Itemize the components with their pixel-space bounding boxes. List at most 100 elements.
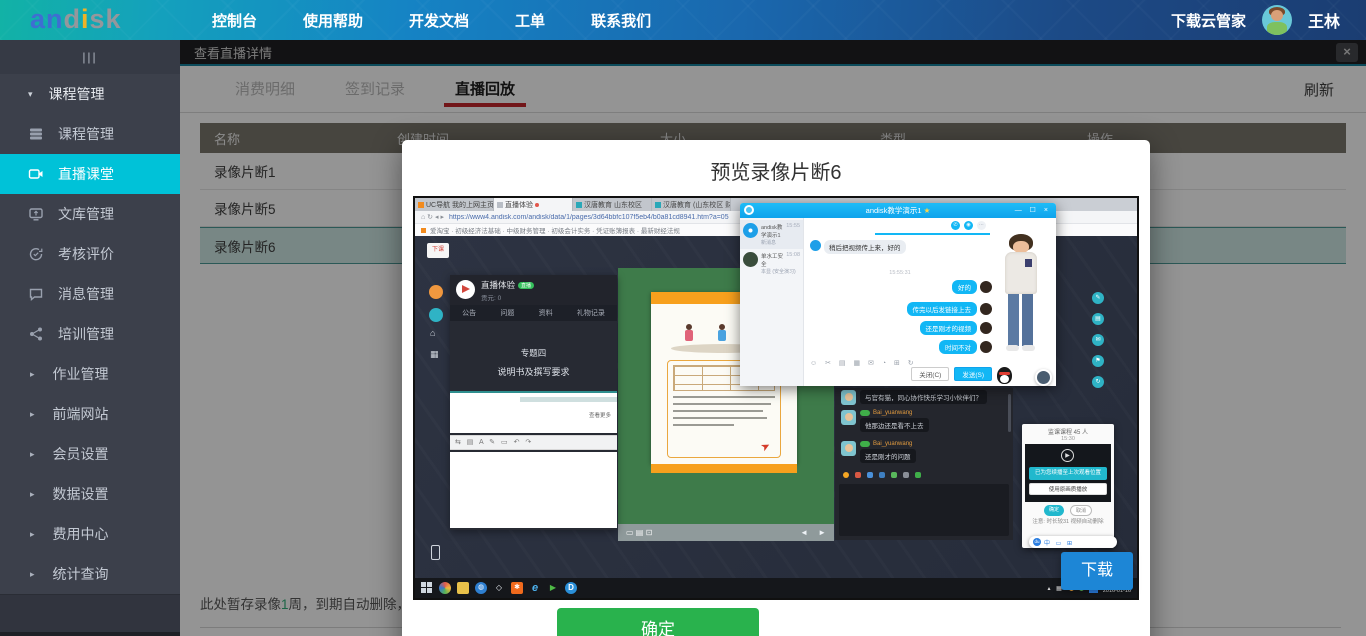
sidebar-group-member-settings[interactable]: ▸会员设置 — [0, 434, 180, 474]
sidebar-group-homework[interactable]: ▸作业管理 — [0, 354, 180, 394]
live-classroom-icon — [28, 166, 44, 182]
download-cloud-manager-link[interactable]: 下载云管家 — [1171, 10, 1246, 31]
gift-circle-icon — [429, 285, 443, 299]
contact-avatar — [743, 223, 758, 238]
sidebar-group-billing-center[interactable]: ▸费用中心 — [0, 514, 180, 554]
chat-sender: Bai_yuanwang — [860, 410, 929, 416]
ime-toolbar: du 中 ▭ ⊞ — [1029, 536, 1117, 548]
sidebar-group-label: 课程管理 — [49, 84, 105, 104]
live-window-header: 直播体验直播 贡元: 0 — [450, 275, 617, 305]
menu-item-contact[interactable]: 联系我们 — [591, 10, 651, 31]
logo-part: sk — [90, 4, 122, 34]
sidebar-group-data-settings[interactable]: ▸数据设置 — [0, 474, 180, 514]
menu-item-help[interactable]: 使用帮助 — [303, 10, 363, 31]
top-menu: 控制台 使用帮助 开发文档 工单 联系我们 — [212, 0, 651, 40]
incoming-bubble: 稍后把视频传上来，好的 — [824, 240, 906, 254]
outgoing-message: 还是刚才的视频 — [920, 321, 993, 335]
chat-tools-icons: ☺ ✂ ▤ ▦ ✉ ◔ ⊞ ↻ — [810, 359, 917, 367]
favicon — [655, 202, 661, 208]
editor-toolbar-icons: ⇆ ▤ A ✎ ▭ ↶ ↷ — [450, 435, 617, 450]
round-photo-avatar — [1035, 369, 1052, 386]
menu-item-console[interactable]: 控制台 — [212, 10, 257, 31]
play-icon: ▶ — [1061, 449, 1074, 462]
qq-chat-window: andisk教学演示1 ★ — ☐ × andisk教学演示115:55新消息 … — [740, 203, 1056, 386]
chat-send-button: 发送(S) — [954, 367, 992, 381]
sidebar-group-label: 数据设置 — [53, 484, 109, 504]
training-share-icon — [28, 326, 44, 342]
photo-pocket — [1025, 259, 1032, 267]
andisk-logo[interactable]: andisk — [30, 4, 122, 35]
text-line — [673, 417, 767, 419]
monitor-video: ▶ 已为您续播至上次观看位置 使用原画质播放 — [1025, 444, 1111, 502]
sidebar-group-statistics[interactable]: ▸统计查询 — [0, 554, 180, 594]
sidebar-item-library-management[interactable]: 文库管理 — [0, 194, 180, 234]
chat-buttons: 关闭(C) 发送(S) — [911, 367, 992, 381]
chat-input-area — [839, 484, 1009, 536]
logo-part: d — [64, 4, 82, 34]
monitor-time: 15:30 — [1022, 436, 1114, 442]
board-page-arrows: ◄► — [800, 528, 826, 537]
username[interactable]: 王林 — [1308, 8, 1340, 32]
sidebar-item-training-management[interactable]: 培训管理 — [0, 314, 180, 354]
favicon — [418, 202, 424, 208]
phone-icon — [431, 545, 440, 560]
message-icon — [28, 286, 44, 302]
courses-icon — [28, 126, 44, 142]
cancel-chip: 取消 — [1070, 505, 1092, 516]
sidebar-group-label: 作业管理 — [53, 364, 109, 384]
sidebar-item-label: 消息管理 — [58, 284, 114, 304]
live-title-text: 直播体验 — [481, 280, 515, 290]
browser-nav-icons: ⌂ ↻ ◂ ▸ — [421, 213, 444, 221]
contact-name: andisk教学演示1 — [761, 223, 786, 239]
sidebar-item-message-management[interactable]: 消息管理 — [0, 274, 180, 314]
sidebar-item-label: 文库管理 — [58, 204, 114, 224]
tab-label: 直播体验 — [505, 200, 533, 210]
outgoing-bubble: 传完以后发链接上去 — [907, 302, 978, 316]
contact-avatar — [743, 252, 758, 267]
tool-circle-icon — [429, 308, 443, 322]
qq-title-text: andisk教学演示1 — [866, 206, 922, 215]
sidebar-group-course-management[interactable]: ▾ 课程管理 — [0, 74, 180, 114]
gift-icon — [855, 472, 861, 478]
window-controls-icons: — ☐ × — [1015, 203, 1051, 218]
orange-app-icon: ✱ — [511, 582, 523, 594]
download-recording-button[interactable]: 下载 — [1061, 552, 1133, 590]
bookmarks-text: 爱淘宝 · 初级经济法基础 · 中级财务管理 · 初级会计实务 · 凭证账簿报表… — [430, 225, 680, 235]
chat-scrollbar — [1008, 394, 1011, 432]
contact-name: 单水工安全 — [761, 252, 786, 268]
chat-bubble: 还是刚才的问题 — [860, 449, 916, 463]
confirm-button[interactable]: 确定 — [557, 608, 759, 636]
outgoing-message: 好的 — [952, 280, 992, 294]
live-tab: 资料 — [539, 308, 553, 318]
preview-browser-tab: 汉唐教育 山东校区 — [573, 198, 652, 211]
windows-taskbar: ◍ ◇ ✱ e ▶ D ▴ ▦ 中 15:572016-01-16 — [415, 578, 1137, 598]
contact-preview: 新消息 — [761, 239, 800, 246]
qq-titlebar: andisk教学演示1 ★ — ☐ × — [740, 203, 1056, 218]
recording-dot-icon — [535, 203, 539, 207]
sidebar-collapse-button[interactable]: ||| — [0, 40, 180, 74]
member-badge — [860, 441, 870, 447]
sidebar-group-frontend-site[interactable]: ▸前端网站 — [0, 394, 180, 434]
ime-icons: 中 ▭ ⊞ — [1044, 538, 1074, 547]
text-line — [673, 424, 734, 426]
refresh-tool-icon: ↻ — [1092, 376, 1104, 388]
sidebar-item-live-classroom[interactable]: 直播课堂 — [0, 154, 180, 194]
video-call-icon: ◉ — [964, 221, 973, 230]
photo-shoe — [1022, 345, 1035, 351]
menu-item-devdocs[interactable]: 开发文档 — [409, 10, 469, 31]
sidebar-item-course-management[interactable]: 课程管理 — [0, 114, 180, 154]
chat-avatar — [841, 441, 856, 456]
self-avatar — [980, 303, 992, 315]
live-lesson-window: 直播体验直播 贡元: 0 公告 问题 资料 礼物记录 专题四 说明书及撰写要求 … — [450, 275, 617, 530]
sidebar-item-assessment[interactable]: 考核评价 — [0, 234, 180, 274]
live-tab: 问题 — [500, 308, 514, 318]
preview-modal: 预览录像片断6 UC导航 我的上网主页 直播体验 汉唐教育 山东校区 汉唐教育 … — [402, 140, 1150, 636]
photo-jeans — [1008, 294, 1019, 346]
user-avatar[interactable] — [1262, 5, 1292, 35]
red-arrow-annotation: ➤ — [758, 439, 772, 455]
pinwheel-app-icon — [439, 582, 451, 594]
outgoing-bubble: 还是刚才的视频 — [920, 321, 978, 335]
menu-item-tickets[interactable]: 工单 — [515, 10, 545, 31]
flag-tool-icon: ⚑ — [1092, 355, 1104, 367]
chat-message: Bai_yuanwang还是刚才的问题 — [841, 441, 916, 463]
